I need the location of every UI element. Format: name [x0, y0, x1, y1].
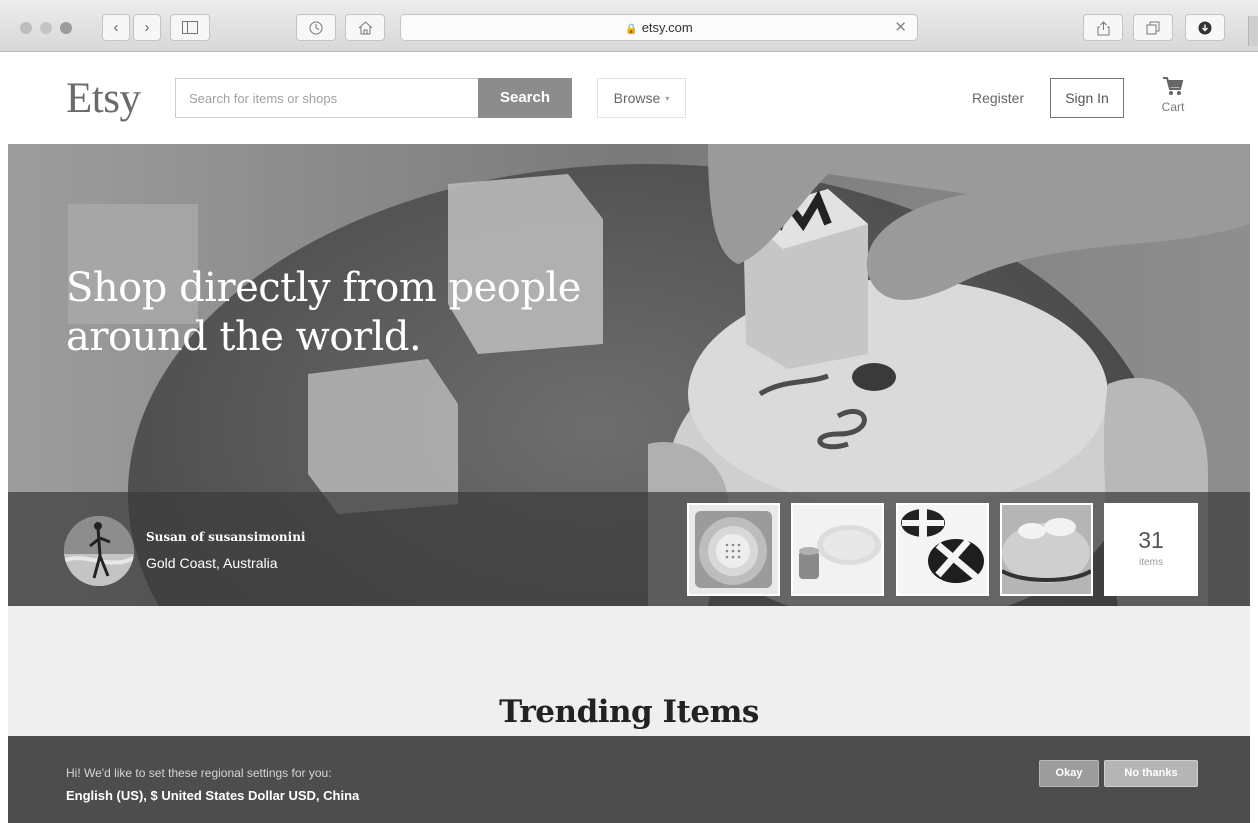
forward-button[interactable]: ›	[133, 14, 161, 41]
share-icon	[1097, 21, 1109, 36]
no-thanks-button[interactable]: No thanks	[1104, 760, 1198, 787]
download-icon	[1198, 21, 1212, 35]
hero-headline: Shop directly from people around the wor…	[66, 265, 581, 360]
listing-thumbnail[interactable]	[1000, 503, 1093, 596]
sidebar-toggle-button[interactable]	[170, 14, 210, 41]
url-text: etsy.com	[641, 20, 693, 35]
seller-name[interactable]: Susan of susansimonini	[146, 530, 306, 544]
etsy-logo[interactable]: Etsy	[66, 74, 141, 123]
striped-bowls-icon	[898, 505, 987, 594]
lock-icon: 🔒	[625, 24, 638, 35]
window-edge	[1248, 16, 1258, 46]
colander-bowl-icon	[689, 505, 778, 594]
seller-photo	[64, 516, 134, 586]
cloud-plate-icon	[1002, 505, 1091, 594]
cart-icon	[1163, 77, 1184, 95]
listing-thumbnail[interactable]	[896, 503, 989, 596]
forward-icon: ›	[144, 19, 150, 36]
browse-dropdown[interactable]: Browse ▾	[597, 78, 686, 118]
clear-address-icon[interactable]: ✕	[894, 18, 907, 36]
search-button[interactable]: Search	[478, 78, 572, 118]
cart-link[interactable]: Cart	[1156, 76, 1190, 114]
history-button[interactable]	[296, 14, 336, 41]
address-bar[interactable]: 🔒 etsy.com ✕	[400, 14, 918, 41]
listing-thumbnail[interactable]	[687, 503, 780, 596]
sidebar-icon	[182, 21, 198, 34]
tabs-overview-button[interactable]	[1133, 14, 1173, 41]
plate-and-cup-icon	[793, 505, 882, 594]
cart-label: Cart	[1161, 100, 1185, 114]
avatar[interactable]	[64, 516, 134, 586]
home-button[interactable]	[345, 14, 385, 41]
search-input[interactable]	[175, 78, 479, 118]
tabs-icon	[1146, 21, 1160, 35]
shop-item-count-tile[interactable]: 31 items	[1104, 503, 1198, 596]
regional-settings-text: English (US), $ United States Dollar USD…	[66, 788, 360, 803]
site-header: Etsy Search Browse ▾ Register Sign In Car…	[8, 52, 1250, 144]
okay-button[interactable]: Okay	[1039, 760, 1099, 787]
sign-in-button[interactable]: Sign In	[1050, 78, 1124, 118]
clock-icon	[309, 21, 323, 35]
zoom-window-button[interactable]	[60, 22, 72, 34]
banner-message: Hi! We'd like to set these regional sett…	[66, 766, 332, 780]
hero-banner[interactable]: Shop directly from people around the wor…	[8, 144, 1250, 606]
back-button[interactable]: ‹	[102, 14, 130, 41]
browse-label: Browse	[613, 90, 661, 106]
seller-location: Gold Coast, Australia	[146, 555, 278, 571]
browser-toolbar: ‹ › 🔒 etsy.com ✕	[0, 0, 1258, 52]
section-title: Trending Items	[499, 694, 759, 730]
item-count-label: items	[1139, 557, 1163, 568]
regional-settings-banner: Hi! We'd like to set these regional sett…	[8, 736, 1250, 823]
chevron-down-icon: ▾	[665, 94, 670, 103]
share-button[interactable]	[1083, 14, 1123, 41]
downloads-button[interactable]	[1185, 14, 1225, 41]
item-count: 31	[1138, 527, 1164, 553]
close-window-button[interactable]	[20, 22, 32, 34]
home-icon	[358, 21, 372, 35]
register-link[interactable]: Register	[972, 90, 1024, 106]
address-text: 🔒 etsy.com	[401, 20, 917, 35]
listing-thumbnail[interactable]	[791, 503, 884, 596]
back-icon: ‹	[113, 19, 119, 36]
minimize-window-button[interactable]	[40, 22, 52, 34]
